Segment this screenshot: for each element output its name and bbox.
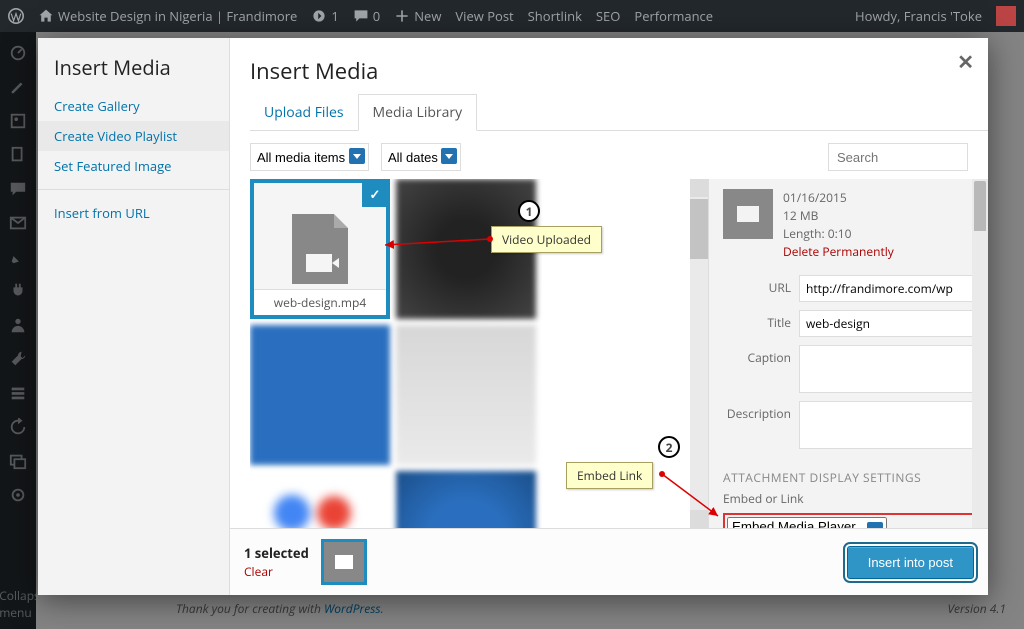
caption-label: Caption [723, 345, 799, 366]
caption-field[interactable] [799, 345, 974, 393]
sidebar-separator [38, 189, 229, 190]
sidebar-create-video-playlist[interactable]: Create Video Playlist [38, 121, 229, 151]
scroll-up-icon[interactable] [690, 179, 708, 197]
filter-date[interactable]: All dates [381, 143, 461, 171]
howdy-text: Howdy, Francis 'Toke [855, 7, 982, 25]
description-field[interactable] [799, 401, 974, 449]
media-item[interactable] [250, 325, 390, 465]
attachment-length: Length: 0:10 [783, 225, 894, 243]
media-item-selected[interactable]: ✓ web-design.mp4 [250, 179, 390, 319]
scroll-down-icon[interactable] [690, 510, 708, 528]
my-account[interactable]: Howdy, Francis 'Toke [855, 7, 982, 25]
details-scrollbar[interactable] [972, 179, 988, 528]
sidebar-create-gallery[interactable]: Create Gallery [38, 91, 229, 121]
title-field[interactable] [799, 310, 974, 337]
filter-bar: All media items All dates [230, 131, 988, 179]
sidebar-title: Insert Media [54, 54, 229, 81]
attachment-size: 12 MB [783, 207, 894, 225]
sidebar-insert-from-url[interactable]: Insert from URL [38, 198, 229, 228]
attachment-details: 01/16/2015 12 MB Length: 0:10 Delete Per… [708, 179, 988, 528]
sidebar-set-featured[interactable]: Set Featured Image [38, 151, 229, 181]
embed-or-link-label: Embed or Link [723, 490, 974, 507]
update-count: 1 [331, 7, 338, 25]
avatar[interactable] [996, 6, 1016, 26]
insert-into-post-button[interactable]: Insert into post [847, 546, 974, 579]
annotation-video-uploaded: Video Uploaded [491, 226, 602, 253]
media-item[interactable] [250, 471, 390, 528]
media-item[interactable] [396, 471, 536, 528]
media-item[interactable] [396, 325, 536, 465]
url-label: URL [723, 275, 799, 296]
clear-selection[interactable]: Clear [244, 563, 273, 580]
selected-count: 1 selected [244, 544, 309, 562]
seo[interactable]: SEO [596, 7, 620, 25]
scroll-handle[interactable] [690, 199, 708, 259]
modal-sidebar: Insert Media Create Gallery Create Video… [38, 38, 230, 595]
selected-thumbnail[interactable] [321, 539, 367, 585]
display-settings-heading: ATTACHMENT DISPLAY SETTINGS [723, 469, 974, 486]
embed-or-link-select[interactable]: Embed Media Player [727, 517, 887, 528]
close-icon[interactable]: ✕ [957, 48, 974, 75]
media-modal: Insert Media Create Gallery Create Video… [38, 38, 988, 595]
media-tabs: Upload Files Media Library [250, 94, 988, 131]
new-content[interactable]: New [394, 7, 441, 25]
check-icon: ✓ [362, 181, 388, 207]
url-field[interactable] [799, 275, 974, 302]
site-home[interactable]: Website Design in Nigeria | Frandimore [38, 7, 297, 25]
modal-title: Insert Media [250, 56, 988, 86]
video-icon [335, 555, 353, 569]
annotation-badge-1: 1 [518, 200, 540, 222]
media-item-filename: web-design.mp4 [254, 289, 386, 315]
view-post[interactable]: View Post [455, 7, 513, 25]
description-label: Description [723, 401, 799, 422]
wp-admin-bar: Website Design in Nigeria | Frandimore 1… [0, 0, 1024, 32]
filter-media-type[interactable]: All media items [250, 143, 369, 171]
attachment-thumb [723, 189, 773, 239]
shortlink[interactable]: Shortlink [528, 7, 582, 25]
comment-count: 0 [373, 7, 380, 25]
performance[interactable]: Performance [634, 7, 713, 25]
annotation-embed-link: Embed Link [566, 462, 653, 489]
video-icon [737, 206, 759, 222]
search-input[interactable] [828, 143, 968, 171]
new-label: New [414, 7, 441, 25]
modal-footer: 1 selected Clear Insert into post [230, 528, 988, 595]
grid-scrollbar[interactable] [690, 179, 708, 528]
updates[interactable]: 1 [311, 7, 338, 25]
modal-main: ✕ Insert Media Upload Files Media Librar… [230, 38, 988, 595]
attachment-date: 01/16/2015 [783, 189, 894, 207]
video-file-icon [292, 214, 348, 284]
tab-media-library[interactable]: Media Library [358, 94, 478, 131]
title-label: Title [723, 310, 799, 331]
delete-permanently[interactable]: Delete Permanently [783, 243, 894, 261]
annotation-badge-2: 2 [658, 436, 680, 458]
comments[interactable]: 0 [353, 7, 380, 25]
tab-upload-files[interactable]: Upload Files [250, 95, 358, 130]
wp-logo[interactable] [8, 8, 24, 24]
embed-select-highlight: Embed Media Player [723, 513, 974, 528]
site-title: Website Design in Nigeria | Frandimore [58, 7, 297, 25]
